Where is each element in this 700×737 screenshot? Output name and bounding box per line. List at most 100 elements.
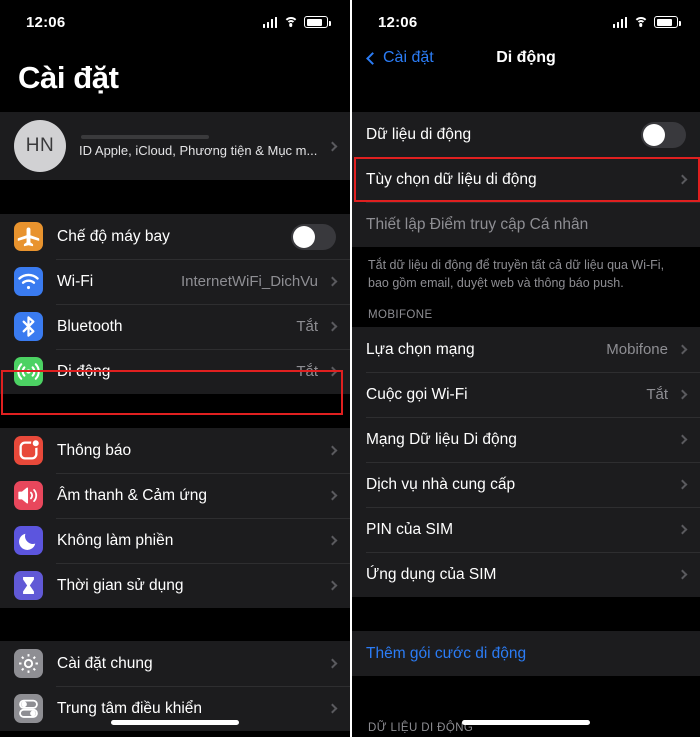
status-bar-icons: [612, 16, 681, 28]
chevron-right-icon: [327, 703, 338, 714]
carrier-section-header: MOBIFONE: [352, 303, 700, 328]
sidebar-item-label: Chế độ máy bay: [57, 227, 170, 245]
airplane-icon: [14, 222, 43, 251]
profile-name-redacted: [81, 134, 209, 139]
sidebar-item-cellular[interactable]: Di động Tắt: [0, 349, 350, 394]
sidebar-item-wifi[interactable]: Wi-Fi InternetWiFi_DichVu: [0, 259, 350, 304]
row-personal-hotspot[interactable]: Thiết lập Điểm truy cập Cá nhân: [352, 202, 700, 247]
battery-icon: [654, 16, 681, 28]
row-label: Dịch vụ nhà cung cấp: [366, 475, 516, 493]
row-label: Thêm gói cước di động: [366, 644, 527, 662]
profile-text: ID Apple, iCloud, Phương tiện & Mục m...: [79, 134, 327, 158]
back-button-label: Cài đặt: [383, 49, 434, 66]
chevron-right-icon: [327, 141, 338, 151]
chevron-right-icon: [677, 389, 688, 400]
row-label: Cuộc gọi Wi-Fi: [366, 385, 468, 403]
chevron-right-icon: [327, 445, 338, 456]
status-bar: 12:06: [0, 0, 350, 38]
group-gap: [0, 608, 350, 641]
sidebar-item-value: Tắt: [296, 318, 318, 335]
chevron-right-icon: [677, 569, 688, 580]
cellular-data-toggle[interactable]: [641, 121, 686, 148]
left-phone-screen: 12:06 Cài đặt HN ID Apple, iCloud, Phươn…: [0, 0, 350, 737]
sidebar-item-value: Tắt: [296, 363, 318, 380]
row-label: Mạng Dữ liệu Di động: [366, 430, 517, 448]
connectivity-group: Chế độ máy bay Wi-Fi InternetWiFi_DichVu: [0, 214, 350, 394]
row-network-selection[interactable]: Lựa chọn mạng Mobifone: [352, 327, 700, 372]
avatar: HN: [14, 120, 66, 172]
chevron-right-icon: [327, 490, 338, 501]
row-label: Tùy chọn dữ liệu di động: [366, 170, 537, 188]
cellular-signal-icon: [612, 16, 627, 28]
cellular-data-group: Dữ liệu di động Tùy chọn dữ liệu di động…: [352, 112, 700, 247]
add-plan-group: Thêm gói cước di động: [352, 631, 700, 677]
row-sim-pin[interactable]: PIN của SIM: [352, 507, 700, 552]
group-gap: [352, 597, 700, 632]
sidebar-item-airplane-mode[interactable]: Chế độ máy bay: [0, 214, 350, 259]
sound-icon: [14, 481, 43, 510]
chevron-right-icon: [677, 174, 688, 185]
general-group: Cài đặt chung Trung tâm điều khiển: [0, 641, 350, 731]
hourglass-icon: [14, 571, 43, 600]
apple-id-subtitle: ID Apple, iCloud, Phương tiện & Mục m...: [79, 142, 318, 158]
wifi-icon: [14, 267, 43, 296]
chevron-right-icon: [327, 321, 338, 332]
sidebar-item-label: Di động: [57, 362, 111, 380]
wifi-icon: [633, 16, 648, 28]
row-cellular-data[interactable]: Dữ liệu di động: [352, 112, 700, 157]
nav-gap: [352, 78, 700, 112]
page-title: Cài đặt: [18, 60, 119, 95]
sidebar-item-screen-time[interactable]: Thời gian sử dụng: [0, 563, 350, 608]
control-center-icon: [14, 694, 43, 723]
moon-icon: [14, 526, 43, 555]
sidebar-item-sounds[interactable]: Âm thanh & Cảm ứng: [0, 473, 350, 518]
chevron-left-icon: [366, 51, 379, 65]
row-sim-applications[interactable]: Ứng dụng của SIM: [352, 552, 700, 597]
row-cellular-data-network[interactable]: Mạng Dữ liệu Di động: [352, 417, 700, 462]
sidebar-item-notifications[interactable]: Thông báo: [0, 428, 350, 473]
wifi-icon: [283, 16, 298, 28]
sidebar-item-general[interactable]: Cài đặt chung: [0, 641, 350, 686]
row-label: Lựa chọn mạng: [366, 340, 475, 358]
cellular-signal-icon: [262, 16, 277, 28]
row-label: Dữ liệu di động: [366, 125, 472, 143]
chevron-right-icon: [677, 434, 688, 445]
sidebar-item-value: InternetWiFi_DichVu: [181, 273, 318, 290]
status-bar-time: 12:06: [378, 13, 418, 31]
row-carrier-services[interactable]: Dịch vụ nhà cung cấp: [352, 462, 700, 507]
row-wifi-calling[interactable]: Cuộc gọi Wi-Fi Tắt: [352, 372, 700, 417]
notification-icon: [14, 436, 43, 465]
chevron-right-icon: [677, 344, 688, 355]
chevron-right-icon: [327, 276, 338, 287]
notifications-group: Thông báo Âm thanh & Cảm ứng Không làm p…: [0, 428, 350, 608]
chevron-right-icon: [327, 535, 338, 546]
row-label: Ứng dụng của SIM: [366, 565, 497, 583]
group-gap: [0, 394, 350, 428]
chevron-right-icon: [327, 366, 338, 377]
carrier-group: Lựa chọn mạng Mobifone Cuộc gọi Wi-Fi Tắ…: [352, 327, 700, 598]
back-button[interactable]: Cài đặt: [366, 49, 434, 67]
right-phone-screen: 12:06 Cài đặt Di động Dữ liệu di động Tù…: [350, 0, 700, 737]
sidebar-item-label: Cài đặt chung: [57, 654, 153, 672]
battery-icon: [304, 16, 331, 28]
group-gap: [0, 180, 350, 214]
row-cellular-data-options[interactable]: Tùy chọn dữ liệu di động: [352, 157, 700, 202]
sidebar-item-label: Bluetooth: [57, 317, 123, 335]
bluetooth-icon: [14, 312, 43, 341]
apple-id-row[interactable]: HN ID Apple, iCloud, Phương tiện & Mục m…: [0, 112, 350, 180]
row-value: Tắt: [646, 386, 668, 404]
sidebar-item-label: Thông báo: [57, 441, 132, 459]
row-add-cellular-plan[interactable]: Thêm gói cước di động: [352, 631, 700, 676]
chevron-right-icon: [327, 580, 338, 591]
airplane-mode-toggle[interactable]: [291, 223, 336, 250]
sidebar-item-label: Không làm phiền: [57, 531, 174, 549]
sidebar-item-do-not-disturb[interactable]: Không làm phiền: [0, 518, 350, 563]
sidebar-item-bluetooth[interactable]: Bluetooth Tắt: [0, 304, 350, 349]
sidebar-item-label: Wi-Fi: [57, 272, 94, 290]
screenshot-stage: 12:06 Cài đặt HN ID Apple, iCloud, Phươn…: [0, 0, 700, 737]
profile-group: HN ID Apple, iCloud, Phương tiện & Mục m…: [0, 112, 350, 180]
sidebar-item-label: Trung tâm điều khiển: [57, 699, 203, 717]
home-indicator: [111, 720, 239, 725]
chevron-right-icon: [677, 524, 688, 535]
sidebar-item-label: Thời gian sử dụng: [57, 576, 184, 594]
